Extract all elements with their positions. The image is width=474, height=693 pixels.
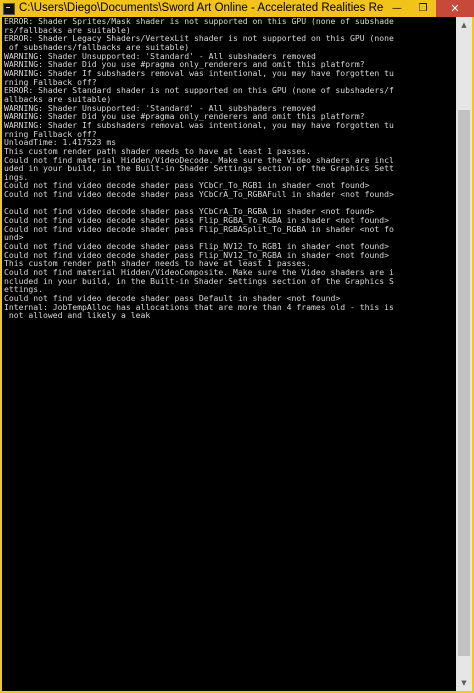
console-window: C:\Users\Diego\Documents\Sword Art Onlin… <box>0 0 474 693</box>
window-title: C:\Users\Diego\Documents\Sword Art Onlin… <box>19 2 384 14</box>
minimize-button[interactable]: — <box>384 0 410 17</box>
console-line: uded in your build, in the Built-in Shad… <box>4 163 394 174</box>
console-line: Could not find video decode shader pass … <box>4 189 394 200</box>
console-output[interactable]: ERROR: Shader Sprites/Mask shader is not… <box>2 17 456 691</box>
maximize-button[interactable]: ❐ <box>410 0 436 17</box>
window-controls: — ❐ ✕ <box>384 0 474 17</box>
console-line: Could not find video decode shader pass … <box>4 223 394 234</box>
scroll-up-arrow-icon[interactable]: ▲ <box>456 17 472 33</box>
title-bar[interactable]: C:\Users\Diego\Documents\Sword Art Onlin… <box>0 0 474 17</box>
console-app-icon[interactable] <box>3 2 15 15</box>
scroll-down-arrow-icon[interactable]: ▼ <box>456 675 472 691</box>
console-line: ncluded in your build, in the Built-in S… <box>4 275 394 286</box>
scrollbar-thumb[interactable] <box>458 110 470 656</box>
console-lines: ERROR: Shader Sprites/Mask shader is not… <box>2 17 456 320</box>
close-button[interactable]: ✕ <box>436 0 474 17</box>
vertical-scrollbar[interactable]: ▲ ▼ <box>456 17 472 691</box>
console-line: not allowed and likely a leak <box>4 310 151 321</box>
